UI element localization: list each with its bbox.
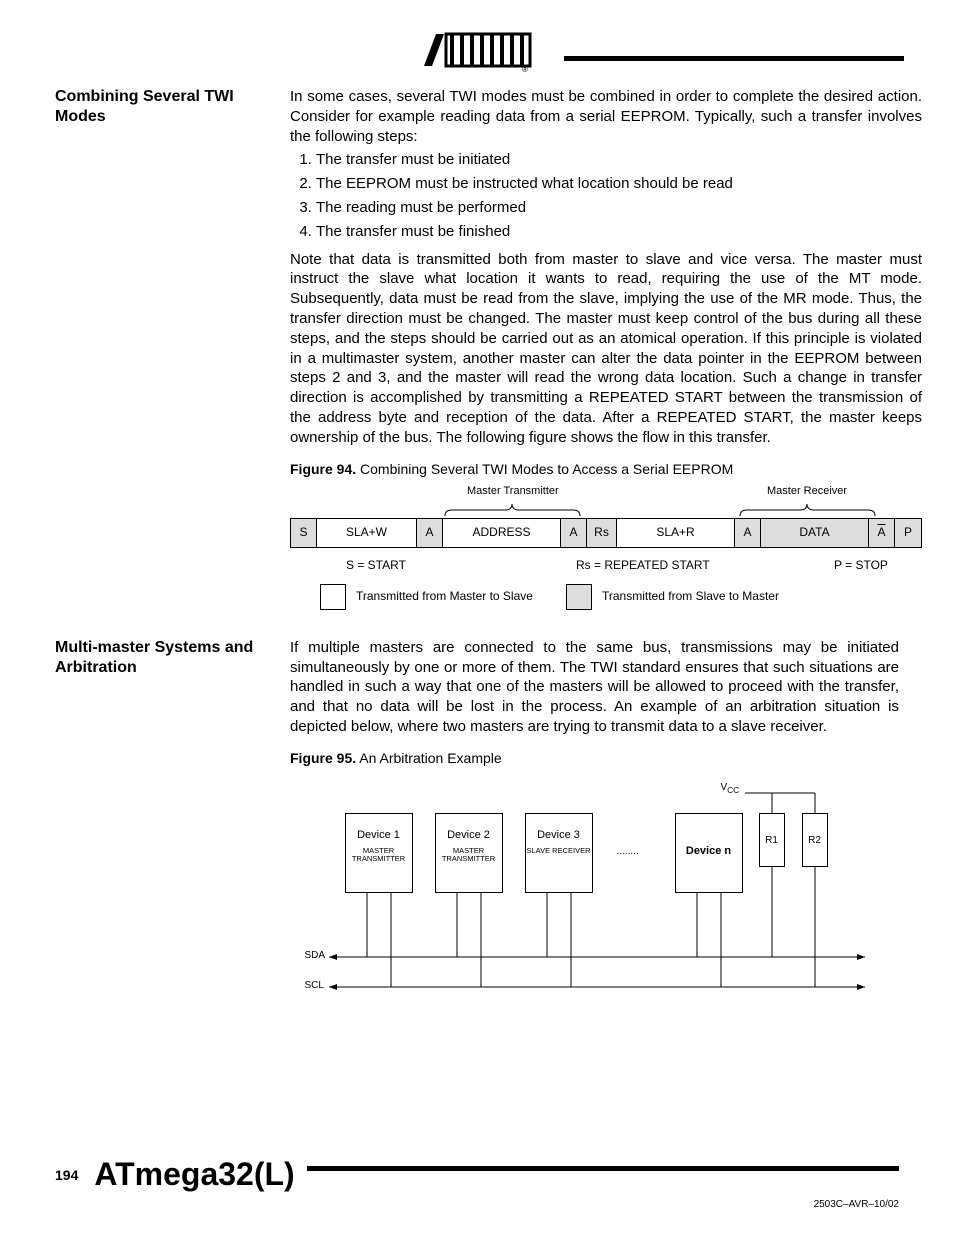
- step-4: The transfer must be finished: [316, 222, 922, 242]
- brand-logo: ®: [55, 30, 899, 77]
- step-1: The transfer must be initiated: [316, 150, 922, 170]
- devicen-box: Device n: [675, 813, 743, 893]
- page-footer: 194 ATmega32(L) 2503C–AVR–10/02: [55, 1156, 899, 1210]
- section1-heading: Combining Several TWI Modes: [55, 87, 270, 630]
- header-divider: [564, 56, 904, 61]
- device3-role: SLAVE RECEIVER: [526, 847, 592, 855]
- device1-role: MASTER TRANSMITTER: [346, 847, 412, 864]
- cell-a1: A: [417, 519, 443, 547]
- chip-name: ATmega32(L): [94, 1156, 294, 1193]
- device1-name: Device 1: [346, 828, 412, 843]
- figure94-caption-text: Combining Several TWI Modes to Access a …: [360, 461, 733, 477]
- section1-steps: The transfer must be initiated The EEPRO…: [290, 150, 922, 241]
- cell-slaw: SLA+W: [317, 519, 417, 547]
- device2-name: Device 2: [436, 828, 502, 843]
- cell-p: P: [895, 519, 921, 547]
- device2-role: MASTER TRANSMITTER: [436, 847, 502, 864]
- device-dots: ........: [617, 845, 639, 858]
- swatch-white: [320, 584, 346, 610]
- swatch-grey: [566, 584, 592, 610]
- doc-id: 2503C–AVR–10/02: [55, 1199, 899, 1210]
- cell-a4: A: [869, 519, 895, 547]
- devicen-name: Device n: [676, 844, 742, 859]
- legend-p-stop: P = STOP: [834, 558, 888, 574]
- cell-a3: A: [735, 519, 761, 547]
- figure95-caption: Figure 95. An Arbitration Example: [290, 749, 899, 767]
- page-number: 194: [55, 1167, 78, 1183]
- cell-data: DATA: [761, 519, 869, 547]
- device2-box: Device 2 MASTER TRANSMITTER: [435, 813, 503, 893]
- legend-s-start: S = START: [346, 558, 576, 574]
- section1-intro: In some cases, several TWI modes must be…: [290, 87, 922, 146]
- legend-s2m: Transmitted from Slave to Master: [602, 589, 779, 605]
- device1-box: Device 1 MASTER TRANSMITTER: [345, 813, 413, 893]
- cell-s: S: [291, 519, 317, 547]
- footer-divider: [307, 1166, 899, 1171]
- fig94-master-transmitter-label: Master Transmitter: [467, 484, 559, 499]
- fig94-sequence: S SLA+W A ADDRESS A Rs SLA+R A DATA A P: [290, 518, 922, 548]
- figure94-caption: Figure 94. Combining Several TWI Modes t…: [290, 460, 922, 478]
- device3-name: Device 3: [526, 828, 592, 843]
- device3-box: Device 3 SLAVE RECEIVER: [525, 813, 593, 893]
- figure94: Master Transmitter Master Receiver S SLA…: [290, 484, 922, 610]
- section2-body: If multiple masters are connected to the…: [290, 638, 899, 737]
- cell-slar: SLA+R: [617, 519, 735, 547]
- cell-rs: Rs: [587, 519, 617, 547]
- vcc-label: VCC: [721, 781, 740, 796]
- fig94-master-receiver-label: Master Receiver: [767, 484, 847, 499]
- step-2: The EEPROM must be instructed what locat…: [316, 174, 922, 194]
- cell-a2: A: [561, 519, 587, 547]
- figure95: VCC Device 1 MASTER TRANSMITTER Device 2…: [305, 773, 885, 1018]
- legend-rs: Rs = REPEATED START: [576, 558, 834, 574]
- legend-m2s: Transmitted from Master to Slave: [356, 589, 556, 605]
- scl-label: SCL: [305, 979, 324, 992]
- svg-text:®: ®: [522, 65, 528, 72]
- sda-label: SDA: [305, 949, 326, 962]
- cell-address: ADDRESS: [443, 519, 561, 547]
- section2-heading: Multi-master Systems and Arbitration: [55, 638, 270, 1018]
- figure95-caption-text: An Arbitration Example: [359, 750, 501, 766]
- section1-note: Note that data is transmitted both from …: [290, 250, 922, 448]
- figure94-label: Figure 94.: [290, 461, 356, 477]
- r2-box: R2: [802, 813, 828, 867]
- step-3: The reading must be performed: [316, 198, 922, 218]
- figure95-label: Figure 95.: [290, 750, 356, 766]
- r1-box: R1: [759, 813, 785, 867]
